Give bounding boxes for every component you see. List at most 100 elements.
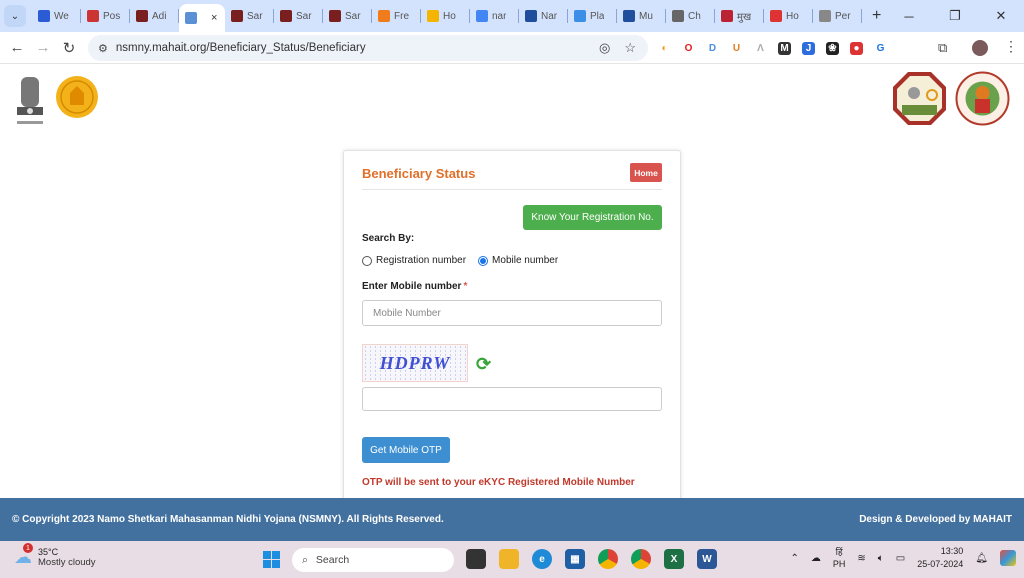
browser-tab[interactable]: Pla: [568, 0, 617, 32]
maha-icon: [280, 10, 292, 22]
ext-dark-icon[interactable]: ❀: [826, 41, 839, 55]
ext-rec-icon[interactable]: ●: [850, 41, 863, 55]
registration-number-radio[interactable]: [362, 255, 372, 266]
mobile-number-radio[interactable]: [478, 255, 489, 266]
new-tab-button[interactable]: +: [872, 7, 881, 25]
browser-tab[interactable]: Ho: [764, 0, 813, 32]
otp-note: OTP will be sent to your eKYC Registered…: [362, 477, 635, 488]
captcha-input[interactable]: [362, 387, 662, 411]
browser-tab[interactable]: Sar: [225, 0, 274, 32]
browser-tab[interactable]: nar: [470, 0, 519, 32]
taskbar-search[interactable]: ⌕ Search: [292, 548, 454, 572]
ext-u-icon[interactable]: U: [730, 41, 743, 55]
browser-tab[interactable]: Ch: [666, 0, 715, 32]
maha-icon: [329, 10, 341, 22]
excel-icon[interactable]: X: [664, 549, 684, 569]
eye-slash-icon[interactable]: ◎: [599, 40, 610, 56]
get-mobile-otp-button[interactable]: Get Mobile OTP: [362, 437, 450, 463]
ext-opera-icon[interactable]: O: [682, 41, 695, 55]
ext-g-icon[interactable]: G: [874, 41, 887, 55]
file-explorer-icon[interactable]: [499, 549, 519, 569]
copyright-text: © Copyright 2023 Namo Shetkari Mahasanma…: [12, 514, 444, 525]
required-mark: *: [463, 281, 468, 292]
battery-icon[interactable]: ▭: [896, 553, 905, 564]
ads-icon: [427, 10, 439, 22]
copilot-icon[interactable]: [1000, 550, 1016, 566]
search-by-radio-group: Registration number Mobile number: [362, 255, 558, 266]
task-view-icon[interactable]: [466, 549, 486, 569]
beneficiary-status-card: Beneficiary Status Home Know Your Regist…: [343, 150, 681, 510]
url-text[interactable]: nsmny.mahait.org/Beneficiary_Status/Bene…: [116, 42, 366, 54]
onedrive-icon[interactable]: ☁: [811, 553, 821, 564]
search-by-label: Search By:: [362, 233, 415, 244]
browser-tab[interactable]: Nar: [519, 0, 568, 32]
tab-label: Ho: [443, 10, 456, 22]
ext-m-icon[interactable]: M: [778, 41, 791, 55]
forward-button[interactable]: →: [30, 39, 56, 56]
chrome-profile-icon[interactable]: [631, 549, 651, 569]
tab-label: Nar: [541, 10, 558, 22]
bookmark-star-icon[interactable]: ☆: [624, 40, 636, 56]
browser-tab[interactable]: Ho: [421, 0, 470, 32]
minimize-button[interactable]: ─: [886, 0, 932, 32]
input-language[interactable]: हिं PH: [833, 546, 846, 570]
ext-j-icon[interactable]: J: [802, 41, 815, 55]
clock[interactable]: 13:30 25-07-2024: [917, 545, 963, 571]
restore-button[interactable]: ❐: [932, 0, 978, 32]
browser-tab[interactable]: Pos: [81, 0, 130, 32]
microsoft-store-icon[interactable]: ▦: [565, 549, 585, 569]
browser-tab[interactable]: We: [32, 0, 81, 32]
title-divider: [362, 189, 662, 190]
site-info-icon[interactable]: ⚙: [98, 42, 108, 55]
word-icon[interactable]: W: [697, 549, 717, 569]
browser-tab[interactable]: ×: [179, 4, 225, 32]
profile-avatar[interactable]: [972, 40, 988, 56]
temperature: 35°C: [38, 547, 59, 557]
tab-label: Ho: [786, 10, 799, 22]
chevron-up-icon[interactable]: ⌃: [791, 553, 799, 564]
tab-label: Ch: [688, 10, 701, 22]
tab-label: Fre: [394, 10, 409, 22]
weather-widget[interactable]: ☁ 1 35°C Mostly cloudy: [14, 543, 96, 568]
home-button[interactable]: Home: [630, 163, 662, 182]
windows-taskbar: ☁ 1 35°C Mostly cloudy ⌕ Search e ▦ X W ⌃…: [0, 541, 1024, 578]
ext-a-icon[interactable]: Λ: [754, 41, 767, 55]
browser-tab[interactable]: Adi: [130, 0, 179, 32]
browser-tab[interactable]: Sar: [274, 0, 323, 32]
volume-icon[interactable]: 🔈︎: [878, 553, 884, 564]
close-tab-icon[interactable]: ×: [211, 12, 217, 24]
address-bar[interactable]: ⚙ nsmny.mahait.org/Beneficiary_Status/Be…: [88, 35, 648, 61]
browser-tab[interactable]: Sar: [323, 0, 372, 32]
ime-region: PH: [832, 559, 846, 569]
browser-tab[interactable]: Mu: [617, 0, 666, 32]
maha-icon: [721, 10, 733, 22]
openai-icon: [672, 10, 684, 22]
chrome-icon[interactable]: [598, 549, 618, 569]
browser-tab[interactable]: Fre: [372, 0, 421, 32]
menu-kebab-icon[interactable]: ⋮: [1004, 38, 1018, 55]
refresh-captcha-icon[interactable]: ⟳: [476, 354, 491, 375]
captcha-text: HDPRW: [379, 352, 451, 373]
know-registration-button[interactable]: Know Your Registration No.: [523, 205, 662, 230]
ext-d-icon[interactable]: D: [706, 41, 719, 55]
maharashtra-seal-logo: [55, 75, 99, 119]
close-window-button[interactable]: ✕: [978, 0, 1024, 32]
edge-icon[interactable]: e: [532, 549, 552, 569]
tab-search-button[interactable]: ⌄: [4, 5, 26, 27]
mobile-number-input[interactable]: Mobile Number: [362, 300, 662, 326]
browser-tab[interactable]: Per: [813, 0, 862, 32]
back-button[interactable]: ←: [4, 39, 30, 56]
mobile-number-label[interactable]: Mobile number: [492, 255, 558, 266]
notification-bell-icon[interactable]: 🔔︎: [975, 553, 988, 564]
registration-number-label[interactable]: Registration number: [376, 255, 466, 266]
tab-label: Pla: [590, 10, 605, 22]
a-icon: [378, 10, 390, 22]
wifi-icon[interactable]: ≋: [857, 553, 865, 564]
reload-button[interactable]: ↻: [56, 39, 82, 57]
browser-tab[interactable]: मुख: [715, 0, 764, 32]
extensions-puzzle-icon[interactable]: ⧉: [938, 40, 947, 56]
start-button[interactable]: [263, 551, 280, 568]
tab-label: मुख: [737, 12, 752, 23]
page-content: Beneficiary Status Home Know Your Regist…: [0, 65, 1024, 510]
ext-swirl-icon[interactable]: ◐: [658, 41, 671, 55]
